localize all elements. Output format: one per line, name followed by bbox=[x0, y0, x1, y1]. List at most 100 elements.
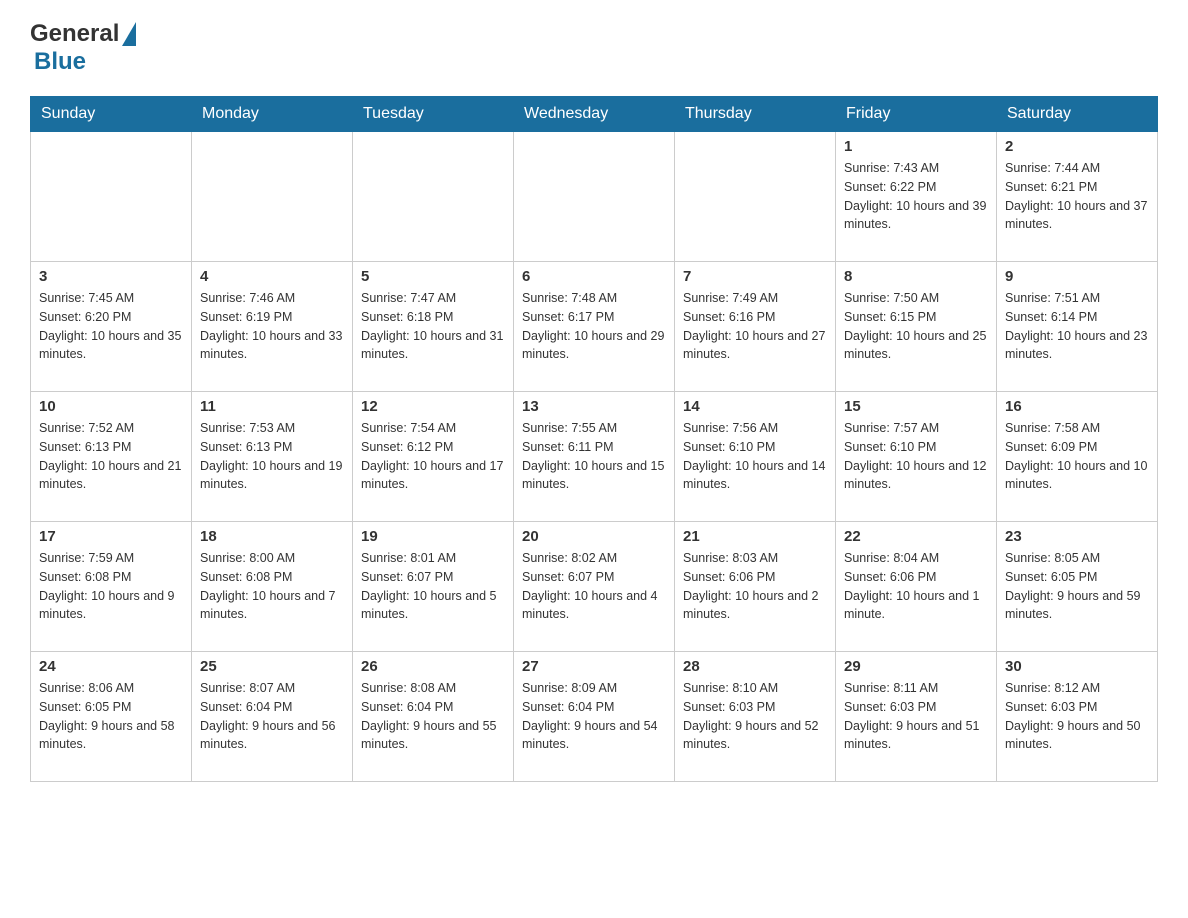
day-number: 6 bbox=[522, 268, 666, 285]
day-number: 8 bbox=[844, 268, 988, 285]
day-number: 23 bbox=[1005, 528, 1149, 545]
day-info: Sunrise: 8:08 AMSunset: 6:04 PMDaylight:… bbox=[361, 679, 505, 754]
header-wednesday: Wednesday bbox=[514, 97, 675, 132]
calendar-cell: 2 Sunrise: 7:44 AMSunset: 6:21 PMDaylight… bbox=[997, 132, 1158, 262]
day-info: Sunrise: 7:54 AMSunset: 6:12 PMDaylight:… bbox=[361, 419, 505, 494]
day-number: 9 bbox=[1005, 268, 1149, 285]
calendar-cell: 19 Sunrise: 8:01 AMSunset: 6:07 PMDayligh… bbox=[353, 522, 514, 652]
day-number: 14 bbox=[683, 398, 827, 415]
day-number: 7 bbox=[683, 268, 827, 285]
day-info: Sunrise: 7:55 AMSunset: 6:11 PMDaylight:… bbox=[522, 419, 666, 494]
calendar-cell: 5 Sunrise: 7:47 AMSunset: 6:18 PMDaylight… bbox=[353, 262, 514, 392]
day-number: 15 bbox=[844, 398, 988, 415]
header-thursday: Thursday bbox=[675, 97, 836, 132]
calendar-cell: 12 Sunrise: 7:54 AMSunset: 6:12 PMDayligh… bbox=[353, 392, 514, 522]
calendar-cell: 4 Sunrise: 7:46 AMSunset: 6:19 PMDaylight… bbox=[192, 262, 353, 392]
day-info: Sunrise: 8:04 AMSunset: 6:06 PMDaylight:… bbox=[844, 549, 988, 624]
calendar-cell: 23 Sunrise: 8:05 AMSunset: 6:05 PMDayligh… bbox=[997, 522, 1158, 652]
calendar-cell: 9 Sunrise: 7:51 AMSunset: 6:14 PMDaylight… bbox=[997, 262, 1158, 392]
calendar-cell: 7 Sunrise: 7:49 AMSunset: 6:16 PMDaylight… bbox=[675, 262, 836, 392]
calendar-cell: 27 Sunrise: 8:09 AMSunset: 6:04 PMDayligh… bbox=[514, 652, 675, 782]
day-number: 22 bbox=[844, 528, 988, 545]
calendar-week-row: 10Sunrise: 7:52 AMSunset: 6:13 PMDayligh… bbox=[31, 392, 1158, 522]
calendar-cell: 20 Sunrise: 8:02 AMSunset: 6:07 PMDayligh… bbox=[514, 522, 675, 652]
day-info: Sunrise: 8:10 AMSunset: 6:03 PMDaylight:… bbox=[683, 679, 827, 754]
day-number: 20 bbox=[522, 528, 666, 545]
calendar-table: Sunday Monday Tuesday Wednesday Thursday… bbox=[30, 96, 1158, 782]
day-info: Sunrise: 8:11 AMSunset: 6:03 PMDaylight:… bbox=[844, 679, 988, 754]
calendar-cell: 28 Sunrise: 8:10 AMSunset: 6:03 PMDayligh… bbox=[675, 652, 836, 782]
day-info: Sunrise: 7:47 AMSunset: 6:18 PMDaylight:… bbox=[361, 289, 505, 364]
header-friday: Friday bbox=[836, 97, 997, 132]
day-info: Sunrise: 8:07 AMSunset: 6:04 PMDaylight:… bbox=[200, 679, 344, 754]
day-number: 11 bbox=[200, 398, 344, 415]
day-number: 17 bbox=[39, 528, 183, 545]
calendar-cell: 26 Sunrise: 8:08 AMSunset: 6:04 PMDayligh… bbox=[353, 652, 514, 782]
day-info: Sunrise: 8:03 AMSunset: 6:06 PMDaylight:… bbox=[683, 549, 827, 624]
calendar-cell: 1 Sunrise: 7:43 AMSunset: 6:22 PMDaylight… bbox=[836, 132, 997, 262]
calendar-cell: 14 Sunrise: 7:56 AMSunset: 6:10 PMDayligh… bbox=[675, 392, 836, 522]
day-info: Sunrise: 8:00 AMSunset: 6:08 PMDaylight:… bbox=[200, 549, 344, 624]
calendar-week-row: 1 Sunrise: 7:43 AMSunset: 6:22 PMDaylight… bbox=[31, 132, 1158, 262]
calendar-cell: 6 Sunrise: 7:48 AMSunset: 6:17 PMDaylight… bbox=[514, 262, 675, 392]
calendar-cell: 11 Sunrise: 7:53 AMSunset: 6:13 PMDayligh… bbox=[192, 392, 353, 522]
day-info: Sunrise: 7:58 AMSunset: 6:09 PMDaylight:… bbox=[1005, 419, 1149, 494]
day-info: Sunrise: 7:53 AMSunset: 6:13 PMDaylight:… bbox=[200, 419, 344, 494]
day-info: Sunrise: 7:43 AMSunset: 6:22 PMDaylight:… bbox=[844, 159, 988, 234]
day-info: Sunrise: 7:46 AMSunset: 6:19 PMDaylight:… bbox=[200, 289, 344, 364]
day-info: Sunrise: 7:57 AMSunset: 6:10 PMDaylight:… bbox=[844, 419, 988, 494]
calendar-cell: 15 Sunrise: 7:57 AMSunset: 6:10 PMDayligh… bbox=[836, 392, 997, 522]
day-number: 21 bbox=[683, 528, 827, 545]
day-number: 26 bbox=[361, 658, 505, 675]
calendar-week-row: 17Sunrise: 7:59 AMSunset: 6:08 PMDayligh… bbox=[31, 522, 1158, 652]
day-info: Sunrise: 7:52 AMSunset: 6:13 PMDaylight:… bbox=[39, 419, 183, 494]
day-number: 29 bbox=[844, 658, 988, 675]
calendar-cell: 13 Sunrise: 7:55 AMSunset: 6:11 PMDayligh… bbox=[514, 392, 675, 522]
header-monday: Monday bbox=[192, 97, 353, 132]
page-header: General Blue bbox=[30, 20, 1158, 76]
calendar-cell bbox=[353, 132, 514, 262]
day-number: 18 bbox=[200, 528, 344, 545]
day-info: Sunrise: 7:50 AMSunset: 6:15 PMDaylight:… bbox=[844, 289, 988, 364]
calendar-cell bbox=[192, 132, 353, 262]
calendar-cell bbox=[675, 132, 836, 262]
day-info: Sunrise: 8:12 AMSunset: 6:03 PMDaylight:… bbox=[1005, 679, 1149, 754]
calendar-cell: 8 Sunrise: 7:50 AMSunset: 6:15 PMDaylight… bbox=[836, 262, 997, 392]
day-info: Sunrise: 8:05 AMSunset: 6:05 PMDaylight:… bbox=[1005, 549, 1149, 624]
day-number: 12 bbox=[361, 398, 505, 415]
day-number: 2 bbox=[1005, 138, 1149, 155]
day-info: Sunrise: 7:51 AMSunset: 6:14 PMDaylight:… bbox=[1005, 289, 1149, 364]
logo: General Blue bbox=[30, 20, 136, 76]
calendar-cell: 24Sunrise: 8:06 AMSunset: 6:05 PMDayligh… bbox=[31, 652, 192, 782]
day-number: 27 bbox=[522, 658, 666, 675]
logo-triangle-icon bbox=[122, 22, 136, 46]
day-info: Sunrise: 8:06 AMSunset: 6:05 PMDaylight:… bbox=[39, 679, 183, 754]
day-info: Sunrise: 8:09 AMSunset: 6:04 PMDaylight:… bbox=[522, 679, 666, 754]
weekday-header-row: Sunday Monday Tuesday Wednesday Thursday… bbox=[31, 97, 1158, 132]
day-number: 19 bbox=[361, 528, 505, 545]
day-number: 4 bbox=[200, 268, 344, 285]
day-number: 25 bbox=[200, 658, 344, 675]
day-info: Sunrise: 7:45 AMSunset: 6:20 PMDaylight:… bbox=[39, 289, 183, 364]
day-info: Sunrise: 7:44 AMSunset: 6:21 PMDaylight:… bbox=[1005, 159, 1149, 234]
day-number: 1 bbox=[844, 138, 988, 155]
header-saturday: Saturday bbox=[997, 97, 1158, 132]
calendar-cell: 30Sunrise: 8:12 AMSunset: 6:03 PMDayligh… bbox=[997, 652, 1158, 782]
calendar-cell: 3 Sunrise: 7:45 AMSunset: 6:20 PMDaylight… bbox=[31, 262, 192, 392]
calendar-cell: 16 Sunrise: 7:58 AMSunset: 6:09 PMDayligh… bbox=[997, 392, 1158, 522]
day-number: 5 bbox=[361, 268, 505, 285]
day-number: 16 bbox=[1005, 398, 1149, 415]
day-info: Sunrise: 7:48 AMSunset: 6:17 PMDaylight:… bbox=[522, 289, 666, 364]
day-info: Sunrise: 7:49 AMSunset: 6:16 PMDaylight:… bbox=[683, 289, 827, 364]
day-info: Sunrise: 8:01 AMSunset: 6:07 PMDaylight:… bbox=[361, 549, 505, 624]
calendar-cell: 25 Sunrise: 8:07 AMSunset: 6:04 PMDayligh… bbox=[192, 652, 353, 782]
header-tuesday: Tuesday bbox=[353, 97, 514, 132]
logo-general-text: General bbox=[30, 20, 119, 48]
day-info: Sunrise: 8:02 AMSunset: 6:07 PMDaylight:… bbox=[522, 549, 666, 624]
calendar-cell: 21 Sunrise: 8:03 AMSunset: 6:06 PMDayligh… bbox=[675, 522, 836, 652]
day-number: 13 bbox=[522, 398, 666, 415]
day-number: 28 bbox=[683, 658, 827, 675]
calendar-cell: 29 Sunrise: 8:11 AMSunset: 6:03 PMDayligh… bbox=[836, 652, 997, 782]
day-info: Sunrise: 7:56 AMSunset: 6:10 PMDaylight:… bbox=[683, 419, 827, 494]
day-number: 3 bbox=[39, 268, 183, 285]
